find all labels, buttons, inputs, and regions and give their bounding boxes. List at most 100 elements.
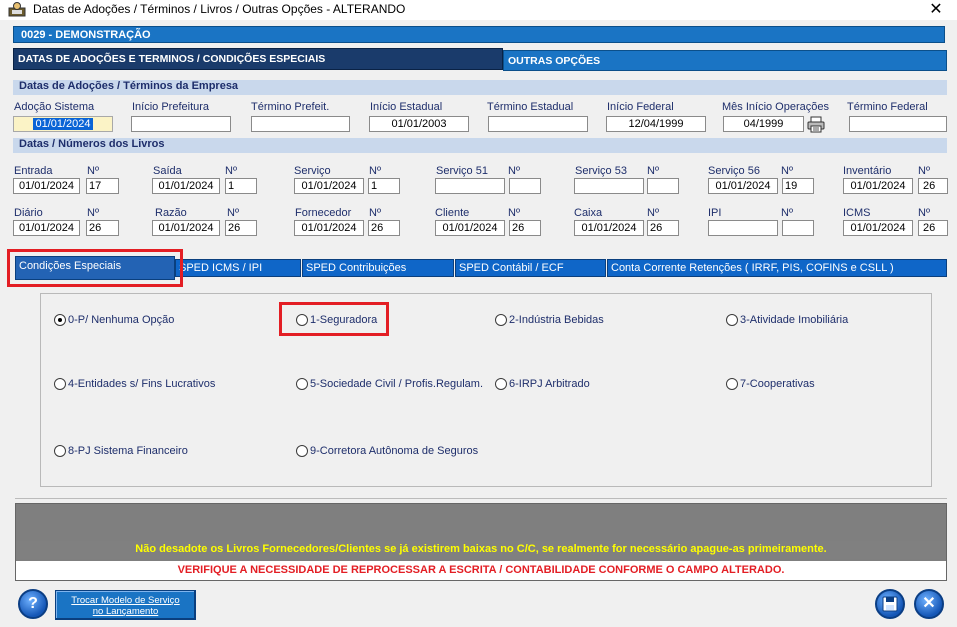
trocar-label-2: no Lançamento [92,606,159,617]
close-window-icon[interactable]: ✕ [925,0,947,20]
subtab-sped-contribuicoes[interactable]: SPED Contribuições [302,259,454,277]
mes-inicio-operacoes-field[interactable]: 04/1999 [723,116,804,132]
trocar-label-1: Trocar Modelo de Serviço [71,595,180,606]
radio-icon [296,445,308,457]
save-button[interactable] [875,589,905,619]
option-label: 0-P/ Nenhuma Opção [68,314,175,326]
label-saida: Saída [153,165,182,177]
caixa-date-field[interactable]: 01/01/2024 [574,220,644,236]
razao-num-field[interactable]: 26 [225,220,257,236]
label-num: Nº [225,165,237,177]
title-bar: Datas de Adoções / Términos / Livros / O… [0,0,957,20]
label-cliente: Cliente [435,207,470,219]
option-4-entidades[interactable]: 4-Entidades s/ Fins Lucrativos [54,378,215,390]
label-termino-prefeitura: Término Prefeit. [251,101,330,113]
radio-icon [495,378,507,390]
option-7-cooperativas[interactable]: 7-Cooperativas [726,378,815,390]
termino-prefeitura-field[interactable] [251,116,350,132]
icms-num-field[interactable]: 26 [918,220,948,236]
option-label: 6-IRPJ Arbitrado [509,378,590,390]
label-diario: Diário [14,207,43,219]
radio-icon [296,378,308,390]
servico-51-date-field[interactable] [435,178,505,194]
ipi-num-field[interactable] [782,220,814,236]
entrada-num-field[interactable]: 17 [86,178,119,194]
label-num: Nº [87,207,99,219]
option-9-corretora[interactable]: 9-Corretora Autônoma de Seguros [296,445,478,457]
inicio-federal-field[interactable]: 12/04/1999 [606,116,706,132]
section-header-adocoes: Datas de Adoções / Términos da Empresa [13,80,947,95]
help-button[interactable]: ? [18,589,48,619]
radio-icon [54,378,66,390]
razao-date-field[interactable]: 01/01/2024 [152,220,220,236]
section-header-livros: Datas / Números dos Livros [13,138,947,153]
option-label: 8-PJ Sistema Financeiro [68,445,188,457]
caixa-num-field[interactable]: 26 [647,220,679,236]
ipi-date-field[interactable] [708,220,778,236]
option-0-nenhuma[interactable]: 0-P/ Nenhuma Opção [54,314,174,326]
option-8-pj-sistema-financeiro[interactable]: 8-PJ Sistema Financeiro [54,445,188,457]
label-num: Nº [647,165,659,177]
servico-num-field[interactable]: 1 [368,178,400,194]
option-6-irpj-arbitrado[interactable]: 6-IRPJ Arbitrado [495,378,590,390]
label-num: Nº [508,165,520,177]
servico-51-num-field[interactable] [509,178,541,194]
subtab-conta-corrente-retencoes[interactable]: Conta Corrente Retenções ( IRRF, PIS, CO… [607,259,947,277]
label-adocao-sistema: Adoção Sistema [14,101,95,113]
inventario-date-field[interactable]: 01/01/2024 [843,178,913,194]
label-mes-inicio-operacoes: Mês Início Operações [722,101,829,113]
warning-red-text: VERIFIQUE A NECESSIDADE DE REPROCESSAR A… [16,561,946,580]
inventario-num-field[interactable]: 26 [918,178,948,194]
saida-num-field[interactable]: 1 [225,178,257,194]
tab-outras-opcoes[interactable]: OUTRAS OPÇÕES [503,50,947,71]
servico-53-date-field[interactable] [574,178,644,194]
label-num: Nº [87,165,99,177]
printer-icon[interactable] [807,115,825,133]
label-servico: Serviço [294,165,331,177]
cliente-date-field[interactable]: 01/01/2024 [435,220,505,236]
option-label: 2-Indústria Bebidas [509,314,604,326]
subtab-sped-contabil-ecf[interactable]: SPED Contábil / ECF [455,259,606,277]
inicio-prefeitura-field[interactable] [131,116,231,132]
servico-date-field[interactable]: 01/01/2024 [294,178,364,194]
adocao-sistema-field[interactable]: 01/01/2024 [13,116,113,132]
label-icms: ICMS [843,207,871,219]
label-inicio-estadual: Início Estadual [370,101,443,113]
option-2-industria-bebidas[interactable]: 2-Indústria Bebidas [495,314,604,326]
label-inventario: Inventário [843,165,892,177]
icms-date-field[interactable]: 01/01/2024 [843,220,913,236]
diario-date-field[interactable]: 01/01/2024 [13,220,80,236]
servico-53-num-field[interactable] [647,178,679,194]
label-inicio-federal: Início Federal [607,101,674,113]
company-header: 0029 - DEMONSTRAÇÃO [13,26,945,43]
termino-estadual-field[interactable] [488,116,588,132]
trocar-modelo-button[interactable]: Trocar Modelo de Serviço no Lançamento [55,590,196,620]
fornecedor-date-field[interactable]: 01/01/2024 [294,220,364,236]
label-servico-56: Serviço 56 [708,165,760,177]
option-label: 4-Entidades s/ Fins Lucrativos [68,378,216,390]
option-label: 9-Corretora Autônoma de Seguros [310,445,479,457]
termino-federal-field[interactable] [849,116,947,132]
window-title: Datas de Adoções / Términos / Livros / O… [33,2,406,16]
entrada-date-field[interactable]: 01/01/2024 [13,178,80,194]
exit-button[interactable]: ✕ [914,589,944,619]
label-num: Nº [781,207,793,219]
servico-56-date-field[interactable]: 01/01/2024 [708,178,778,194]
label-num: Nº [227,207,239,219]
label-num: Nº [369,207,381,219]
option-3-atividade-imobiliaria[interactable]: 3-Atividade Imobiliária [726,314,848,326]
saida-date-field[interactable]: 01/01/2024 [152,178,220,194]
cliente-num-field[interactable]: 26 [509,220,541,236]
save-icon [882,596,898,612]
option-5-sociedade-civil[interactable]: 5-Sociedade Civil / Profis.Regulam. [296,378,483,390]
tab-datas-adocoes[interactable]: DATAS DE ADOÇÕES E TERMINOS / CONDIÇÕES … [13,48,503,70]
subtab-sped-icms-ipi[interactable]: SPED ICMS / IPI [175,259,301,277]
label-num: Nº [918,207,930,219]
option-label: 3-Atividade Imobiliária [740,314,849,326]
fornecedor-num-field[interactable]: 26 [368,220,400,236]
servico-56-num-field[interactable]: 19 [782,178,814,194]
label-fornecedor: Fornecedor [295,207,352,219]
highlight-box-seguradora [279,302,389,336]
diario-num-field[interactable]: 26 [86,220,119,236]
inicio-estadual-field[interactable]: 01/01/2003 [369,116,469,132]
